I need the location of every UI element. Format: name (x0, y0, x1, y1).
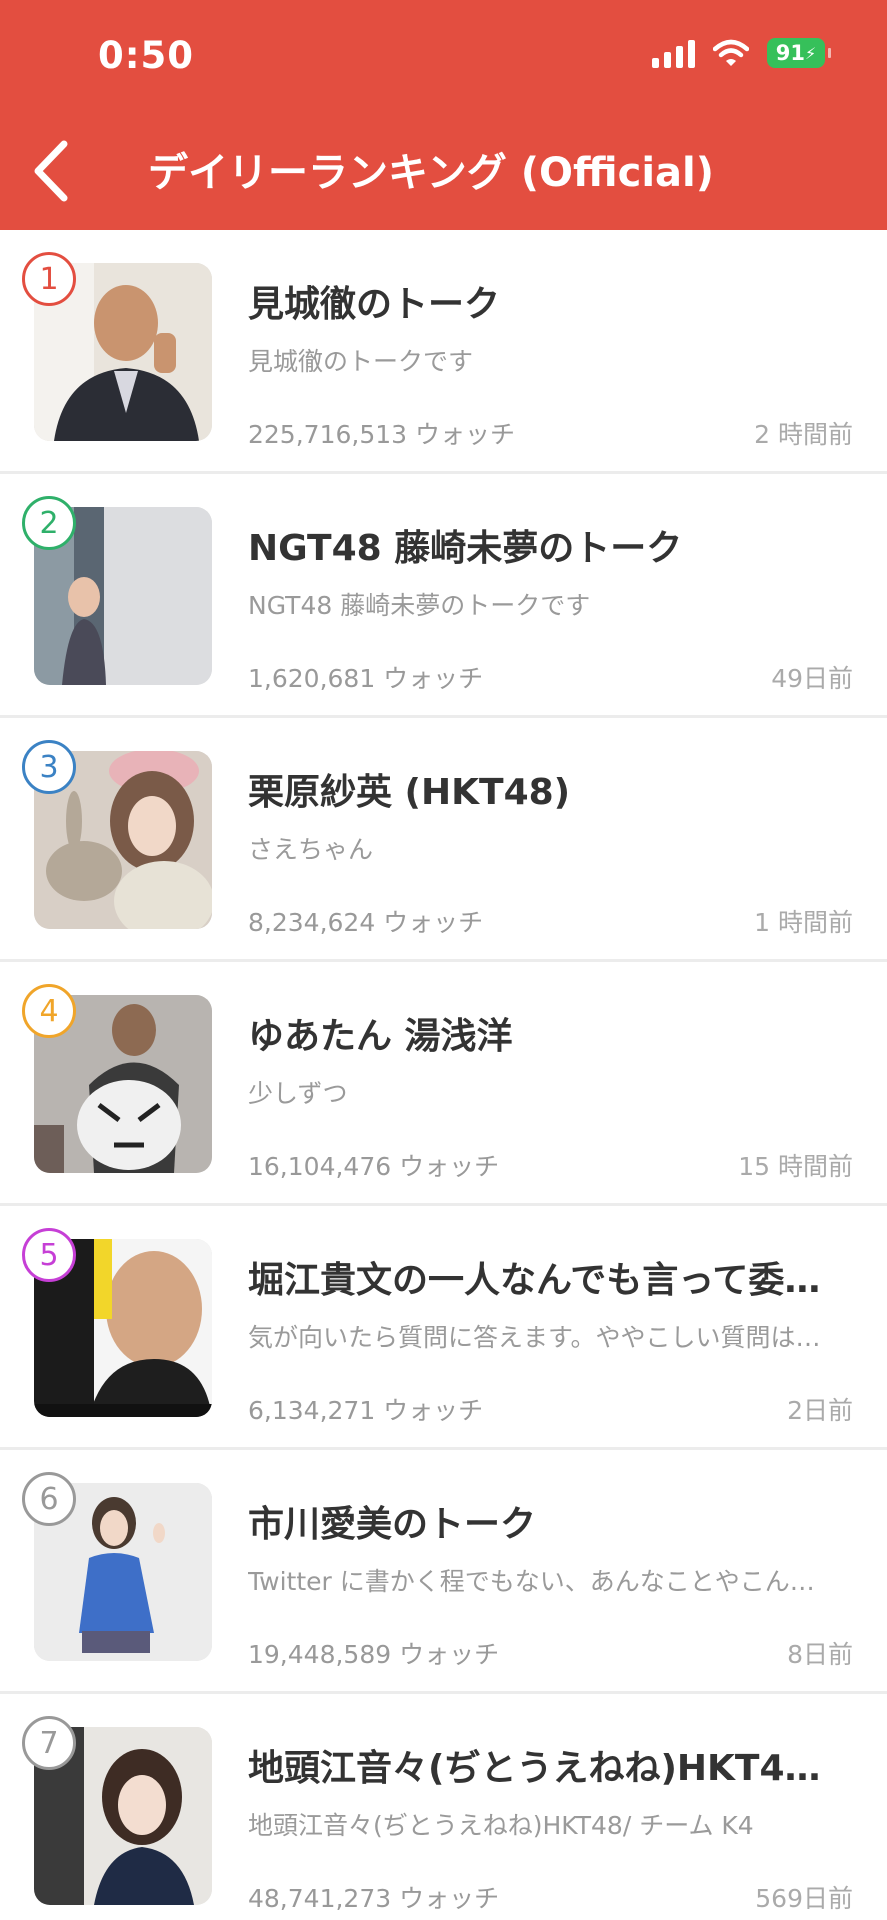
ranking-row[interactable]: 7 地頭江音々(ぢとうえねね)HKT4… 地頭江音々(ぢとうえねね)HKT48/… (0, 1694, 887, 1920)
ranking-row[interactable]: 4 ゆあたん 湯浅洋 少しずつ 16,104,476 ウォッチ 15 時間前 (0, 962, 887, 1206)
channel-title: ゆあたん 湯浅洋 (248, 1016, 513, 1057)
channel-description: 見城徹のトークです (248, 347, 474, 376)
battery-level: 91 (775, 41, 805, 65)
status-time: 0:50 (98, 34, 195, 77)
channel-description: 地頭江音々(ぢとうえねね)HKT48/ チーム K4 (248, 1811, 754, 1840)
rank-badge: 2 (22, 496, 76, 550)
rank-badge: 7 (22, 1716, 76, 1770)
channel-title: 地頭江音々(ぢとうえねね)HKT4… (248, 1748, 821, 1789)
back-button[interactable] (28, 138, 78, 204)
channel-title: 栗原紗英 (HKT48) (248, 772, 571, 813)
channel-description: 気が向いたら質問に答えます。ややこしい質問は… (248, 1323, 821, 1352)
rank-badge: 1 (22, 252, 76, 306)
watch-count: 1,620,681 ウォッチ (248, 664, 484, 693)
status-icons: 91 ⚡ (652, 38, 831, 68)
watch-count: 16,104,476 ウォッチ (248, 1152, 500, 1181)
watch-count: 225,716,513 ウォッチ (248, 420, 515, 449)
updated-time: 2日前 (787, 1396, 853, 1425)
ranking-row[interactable]: 3 栗原紗英 (HKT48) さえちゃん 8,234,624 ウォッチ 1 時間… (0, 718, 887, 962)
watch-count: 48,741,273 ウォッチ (248, 1884, 500, 1913)
battery-icon: 91 ⚡ (767, 38, 831, 68)
page-title: デイリーランキング (Official) (148, 150, 715, 196)
channel-description: NGT48 藤崎未夢のトークです (248, 591, 591, 620)
updated-time: 49日前 (771, 664, 853, 693)
rank-badge: 3 (22, 740, 76, 794)
cellular-signal-icon (652, 38, 695, 68)
updated-time: 2 時間前 (754, 420, 853, 449)
channel-description: さえちゃん (248, 835, 374, 864)
channel-title: 市川愛美のトーク (248, 1504, 537, 1545)
wifi-icon (713, 39, 749, 66)
channel-title: NGT48 藤崎未夢のトーク (248, 528, 683, 569)
ranking-row[interactable]: 1 見城徹のトーク 見城徹のトークです 225,716,513 ウォッチ 2 時… (0, 230, 887, 474)
app-header: 0:50 91 ⚡ デイリーランキング (Official) (0, 0, 887, 230)
ranking-list: 1 見城徹のトーク 見城徹のトークです 225,716,513 ウォッチ 2 時… (0, 230, 887, 1920)
rank-badge: 5 (22, 1228, 76, 1282)
channel-description: Twitter に書かく程でもない、あんなことやこん… (248, 1567, 815, 1596)
rank-badge: 6 (22, 1472, 76, 1526)
chevron-left-icon (34, 140, 68, 202)
channel-title: 堀江貴文の一人なんでも言って委… (248, 1260, 821, 1301)
watch-count: 6,134,271 ウォッチ (248, 1396, 484, 1425)
rank-badge: 4 (22, 984, 76, 1038)
updated-time: 8日前 (787, 1640, 853, 1669)
updated-time: 15 時間前 (738, 1152, 853, 1181)
channel-title: 見城徹のトーク (248, 284, 501, 325)
watch-count: 19,448,589 ウォッチ (248, 1640, 500, 1669)
updated-time: 1 時間前 (754, 908, 853, 937)
ranking-row[interactable]: 6 市川愛美のトーク Twitter に書かく程でもない、あんなことやこん… 1… (0, 1450, 887, 1694)
channel-description: 少しずつ (248, 1079, 348, 1108)
ranking-row[interactable]: 2 NGT48 藤崎未夢のトーク NGT48 藤崎未夢のトークです 1,620,… (0, 474, 887, 718)
ranking-row[interactable]: 5 堀江貴文の一人なんでも言って委… 気が向いたら質問に答えます。ややこしい質問… (0, 1206, 887, 1450)
watch-count: 8,234,624 ウォッチ (248, 908, 484, 937)
updated-time: 569日前 (755, 1884, 853, 1913)
